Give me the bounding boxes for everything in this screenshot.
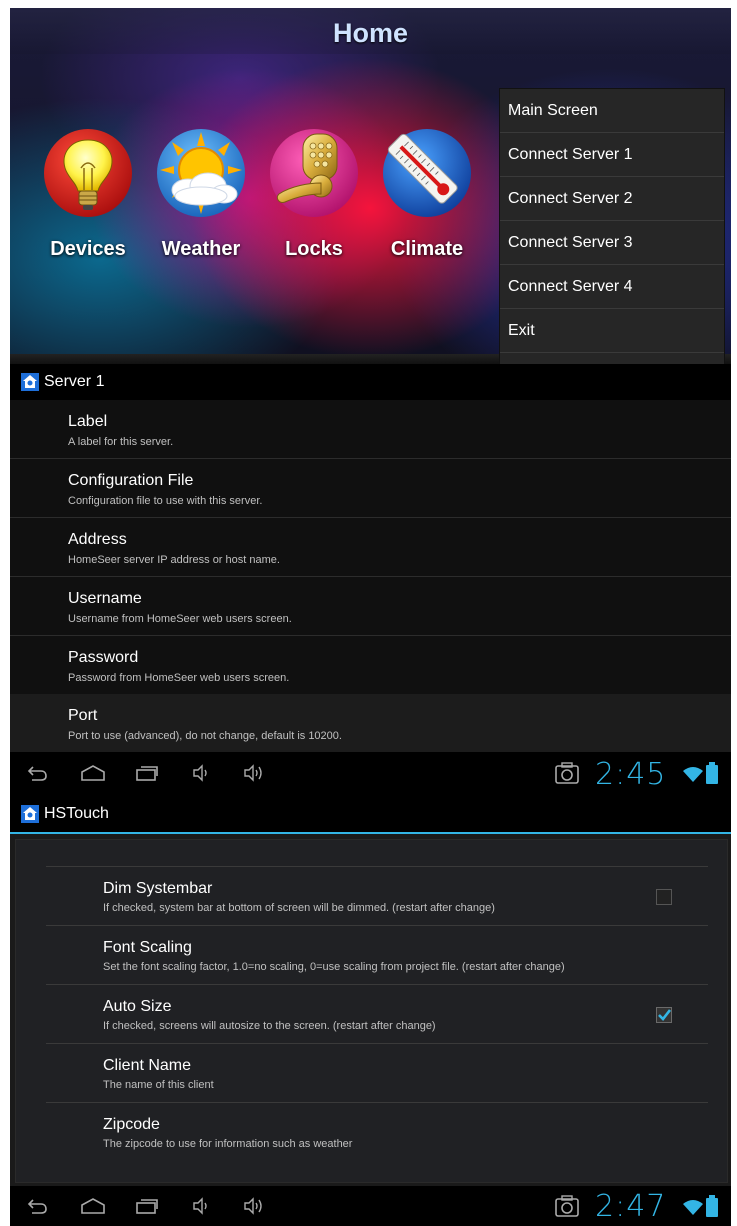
volume-down-icon[interactable] — [192, 1197, 210, 1215]
home-screen: Home Devices Weather Locks Climate Main … — [10, 8, 731, 364]
pref-title: Configuration File — [68, 472, 194, 489]
pref-font-scaling[interactable]: Font Scaling Set the font scaling factor… — [46, 925, 708, 984]
home-icon[interactable] — [80, 1197, 106, 1215]
pref-password[interactable]: Password Password from HomeSeer web user… — [10, 636, 731, 695]
weather-sun-cloud-icon — [156, 128, 246, 218]
pref-title: Auto Size — [103, 998, 172, 1015]
home-title: Home — [332, 18, 408, 48]
tile-label-devices: Devices — [50, 238, 126, 260]
pref-title: Zipcode — [103, 1116, 160, 1133]
server-title: Server 1 — [44, 373, 105, 390]
pref-summary: Configuration file to use with this serv… — [68, 495, 263, 507]
battery-icon — [706, 762, 718, 784]
auto-size-checkbox[interactable] — [656, 1007, 672, 1023]
pref-summary: Port to use (advanced), do not change, d… — [68, 730, 342, 742]
pref-summary: The name of this client — [103, 1079, 214, 1091]
volume-down-icon[interactable] — [192, 764, 210, 782]
pref-summary: Password from HomeSeer web users screen. — [68, 672, 290, 684]
pref-dim-systembar[interactable]: Dim Systembar If checked, system bar at … — [46, 866, 708, 925]
system-nav-bar: 2:45 — [10, 752, 731, 796]
wifi-icon — [683, 767, 703, 782]
lightbulb-icon — [43, 128, 133, 218]
tile-label-climate: Climate — [390, 238, 464, 260]
pref-summary: If checked, screens will autosize to the… — [103, 1020, 436, 1032]
hstouch-settings-panel: Dim Systembar If checked, system bar at … — [10, 834, 731, 1186]
thermometer-icon — [382, 128, 472, 218]
home-icon[interactable] — [80, 764, 106, 782]
pref-username[interactable]: Username Username from HomeSeer web user… — [10, 577, 731, 636]
volume-up-icon[interactable] — [243, 1197, 265, 1215]
menu-item-connect-server-4[interactable]: Connect Server 4 — [500, 265, 724, 309]
pref-address[interactable]: Address HomeSeer server IP address or ho… — [10, 518, 731, 577]
screenshot-icon[interactable] — [554, 761, 580, 785]
back-icon[interactable] — [26, 1197, 48, 1215]
menu-item-connect-server-3[interactable]: Connect Server 3 — [500, 221, 724, 265]
menu-item-connect-server-2[interactable]: Connect Server 2 — [500, 177, 724, 221]
door-lock-icon — [269, 128, 359, 218]
tile-label-weather: Weather — [161, 238, 241, 260]
hstouch-app-icon — [21, 805, 39, 823]
pref-title: Password — [68, 649, 139, 666]
hstouch-settings-list: Dim Systembar If checked, system bar at … — [15, 839, 728, 1183]
hstouch-title: HSTouch — [44, 805, 109, 822]
pref-summary: Set the font scaling factor, 1.0=no scal… — [103, 961, 565, 973]
pref-title: Label — [68, 413, 108, 430]
server-title-bar: Server 1 — [10, 364, 731, 402]
clock-time: 2:47 — [595, 1189, 667, 1224]
hstouch-app-icon — [21, 373, 39, 391]
pref-summary: Username from HomeSeer web users screen. — [68, 613, 292, 625]
dim-systembar-checkbox[interactable] — [656, 889, 672, 905]
server-settings-list: Label A label for this server. Configura… — [10, 400, 731, 752]
tile-climate[interactable]: Climate — [372, 128, 482, 261]
pref-auto-size[interactable]: Auto Size If checked, screens will autos… — [46, 984, 708, 1043]
pref-zipcode[interactable]: Zipcode The zipcode to use for informati… — [46, 1102, 708, 1161]
menu-item-main-screen[interactable]: Main Screen — [500, 89, 724, 133]
pref-title: Dim Systembar — [103, 880, 213, 897]
system-nav-bar: 2:47 — [10, 1186, 731, 1226]
tile-label-locks: Locks — [285, 238, 343, 260]
pref-summary: A label for this server. — [68, 436, 174, 448]
checkmark-icon — [658, 1009, 672, 1021]
battery-icon — [706, 1195, 718, 1217]
wifi-icon — [683, 1200, 703, 1215]
menu-item-exit[interactable]: Exit — [500, 309, 724, 353]
pref-summary: HomeSeer server IP address or host name. — [68, 554, 280, 566]
menu-item-connect-server-1[interactable]: Connect Server 1 — [500, 133, 724, 177]
pref-label[interactable]: Label A label for this server. — [10, 400, 731, 459]
pref-port[interactable]: Port Port to use (advanced), do not chan… — [10, 694, 731, 752]
tile-devices[interactable]: Devices — [33, 128, 143, 261]
pref-title: Address — [68, 531, 127, 548]
tile-weather[interactable]: Weather — [146, 128, 256, 261]
pref-summary: The zipcode to use for information such … — [103, 1138, 353, 1150]
options-menu: Main Screen Connect Server 1 Connect Ser… — [499, 88, 725, 364]
pref-title: Username — [68, 590, 142, 607]
pref-title: Port — [68, 707, 98, 724]
pref-summary: If checked, system bar at bottom of scre… — [103, 902, 495, 914]
pref-title: Font Scaling — [103, 939, 192, 956]
clock-time: 2:45 — [595, 757, 667, 792]
pref-configuration-file[interactable]: Configuration File Configuration file to… — [10, 459, 731, 518]
back-icon[interactable] — [26, 764, 48, 782]
screenshot-icon[interactable] — [554, 1194, 580, 1218]
tile-locks[interactable]: Locks — [259, 128, 369, 261]
recent-apps-icon[interactable] — [135, 1197, 159, 1215]
pref-client-name[interactable]: Client Name The name of this client — [46, 1043, 708, 1102]
recent-apps-icon[interactable] — [135, 764, 159, 782]
hstouch-title-bar: HSTouch — [10, 796, 731, 834]
volume-up-icon[interactable] — [243, 764, 265, 782]
pref-title: Client Name — [103, 1057, 192, 1074]
